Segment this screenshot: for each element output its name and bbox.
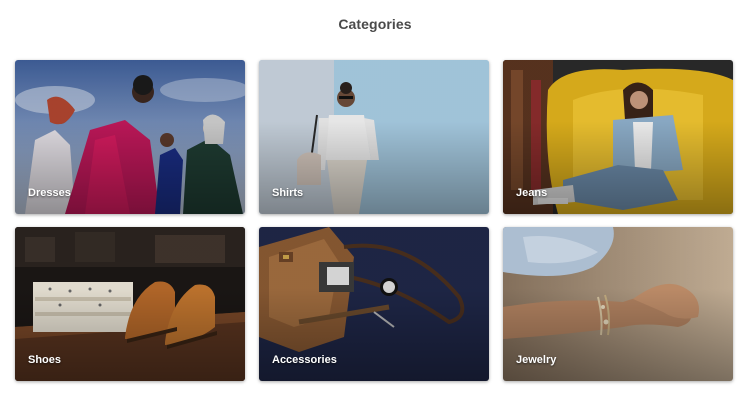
category-label: Dresses: [28, 187, 71, 199]
category-card-shirts[interactable]: Shirts: [259, 60, 489, 214]
category-card-dresses[interactable]: Dresses: [15, 60, 245, 214]
page-title: Categories: [338, 16, 412, 32]
category-label: Jeans: [516, 187, 548, 199]
category-grid: Dresses Shirts Jeans Shoes Accessories J…: [15, 60, 735, 381]
categories-page: Categories Dresses Shirts Jeans Shoes Ac…: [0, 0, 750, 401]
category-label: Accessories: [272, 354, 337, 366]
category-label: Shirts: [272, 187, 304, 199]
category-label: Shoes: [28, 354, 62, 366]
category-card-shoes[interactable]: Shoes: [15, 227, 245, 381]
category-card-jeans[interactable]: Jeans: [503, 60, 733, 214]
category-card-jewelry[interactable]: Jewelry: [503, 227, 733, 381]
category-label: Jewelry: [516, 354, 557, 366]
category-card-accessories[interactable]: Accessories: [259, 227, 489, 381]
